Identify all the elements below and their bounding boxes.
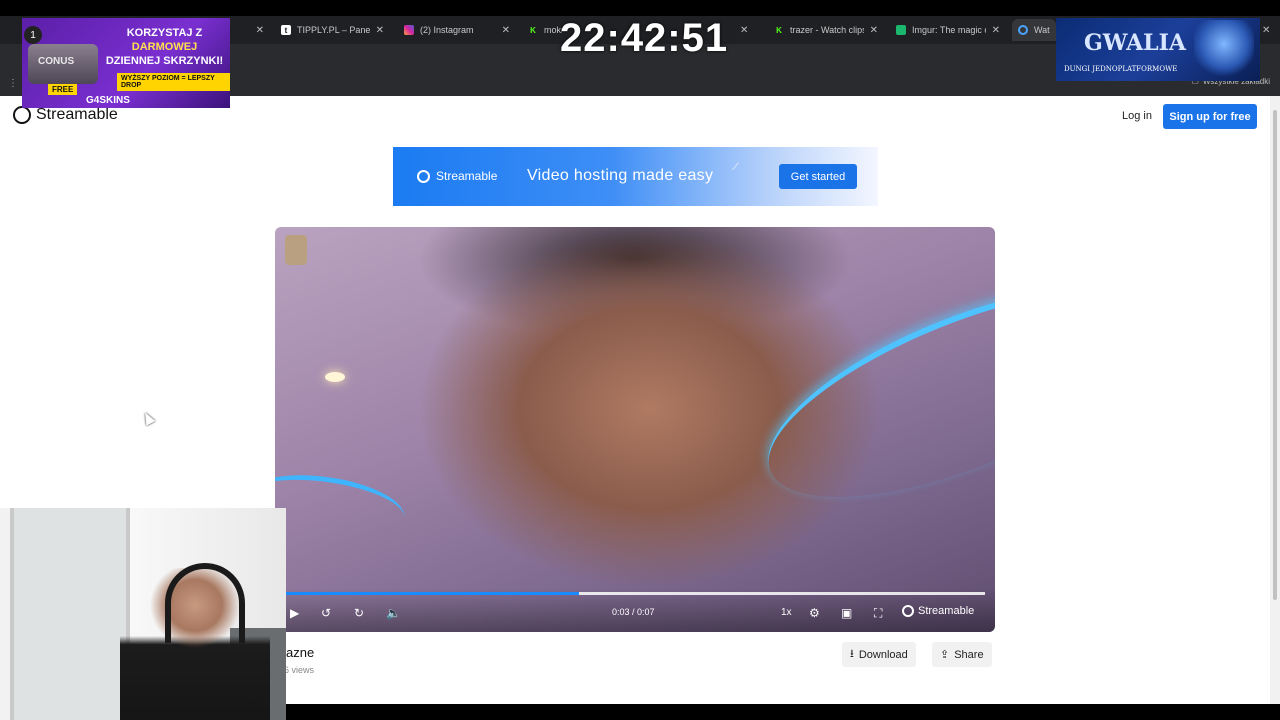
ceiling-lamp: [325, 372, 345, 382]
led-light: [275, 466, 409, 548]
gwalia-overlay: GWALIA DUNGI JEDNOPLATFORMOWE: [1056, 18, 1260, 81]
streamable-icon: [902, 605, 914, 617]
sparkle-icon: ⟋: [732, 162, 739, 173]
tab-title: TIPPLY.PL – Panel uży: [297, 25, 370, 35]
promo-brand: G4SKINS: [86, 95, 130, 106]
play-icon[interactable]: ▶: [290, 606, 299, 620]
streamable-logo[interactable]: Streamable: [13, 106, 118, 124]
rewind-icon[interactable]: ↺: [321, 606, 331, 620]
player-brand[interactable]: Streamable: [902, 605, 974, 617]
imgur-icon: [896, 25, 906, 35]
close-icon[interactable]: ✕: [740, 25, 748, 36]
promo-line2: DZIENNEJ SKRZYNKI!: [105, 55, 224, 67]
promo-overlay: 1 CONUS KORZYSTAJ Z DARMOWEJ DZIENNEJ SK…: [22, 18, 230, 108]
tab-title: Watch: [1034, 25, 1050, 35]
view-count: 6 views: [284, 665, 315, 675]
promo-image-text: CONUS: [38, 56, 75, 67]
settings-icon[interactable]: ⚙: [809, 606, 820, 620]
banner-brand: Streamable: [417, 169, 497, 183]
player-controls: ▶ ↺ ↻ 🔈 0:03 / 0:07 1x ⚙ ▣ ⛶ Streamable: [275, 588, 995, 632]
gwalia-title: GWALIA: [1084, 30, 1186, 56]
webcam-overlay: [0, 508, 286, 720]
background-window: [10, 508, 130, 720]
led-light: [742, 243, 995, 541]
notification-badge: 1: [24, 26, 42, 44]
share-label: Share: [954, 648, 984, 661]
logo-text: Streamable: [36, 106, 118, 123]
browser-tab[interactable]: (2) Instagram ✕: [398, 19, 516, 41]
stream-clock: 22:42:51: [560, 16, 729, 60]
free-tag: FREE: [48, 84, 78, 95]
tab-title: trazer - Watch clips a: [790, 25, 864, 35]
streamable-logo-icon: [13, 106, 31, 124]
signup-button[interactable]: Sign up for free: [1163, 104, 1257, 129]
browser-tab[interactable]: K trazer - Watch clips a ✕: [768, 19, 884, 41]
scrollbar-thumb[interactable]: [1273, 110, 1277, 600]
player-brand-label: Streamable: [918, 605, 975, 617]
headset: [165, 563, 245, 643]
game-character: [1194, 20, 1254, 80]
avatar: [285, 235, 307, 265]
volume-icon[interactable]: 🔈: [386, 606, 401, 620]
ad-banner[interactable]: Streamable Video hosting made easy ⟋ Get…: [393, 147, 878, 206]
banner-brand-label: Streamable: [436, 169, 498, 183]
tab-title: Imgur: The magic of t: [912, 25, 986, 35]
browser-tab[interactable]: t TIPPLY.PL – Panel uży ✕: [275, 19, 390, 41]
login-link[interactable]: Log in: [1122, 110, 1152, 122]
progress-bar[interactable]: [285, 592, 985, 595]
time-display: 0:03 / 0:07: [612, 607, 655, 617]
progress-fill: [285, 592, 579, 595]
instagram-icon: [404, 25, 414, 35]
close-icon[interactable]: ✕: [870, 25, 878, 36]
tipply-icon: t: [281, 25, 291, 35]
page-scrollbar[interactable]: [1270, 96, 1280, 704]
download-label: Download: [858, 648, 908, 661]
browser-tab[interactable]: Imgur: The magic of t ✕: [890, 19, 1006, 41]
download-button[interactable]: ⭳ Download: [842, 642, 916, 667]
kick-icon: K: [530, 25, 536, 35]
browser-tab-active[interactable]: Watch: [1012, 19, 1056, 41]
promo-subline: WYŻSZY POZIOM = LEPSZY DROP: [117, 73, 230, 91]
share-button[interactable]: ⇪ Share: [932, 642, 992, 667]
streamable-icon: [417, 169, 430, 183]
tab-title: (2) Instagram: [420, 25, 474, 35]
get-started-button[interactable]: Get started: [779, 164, 857, 189]
promo-headline: KORZYSTAJ Z DARMOWEJ DZIENNEJ SKRZYNKI!: [102, 26, 227, 68]
kick-icon: K: [776, 25, 782, 35]
browser-tab[interactable]: ✕: [734, 19, 760, 41]
forward-icon[interactable]: ↻: [354, 606, 364, 620]
download-icon: ⭳: [850, 648, 854, 660]
close-icon[interactable]: ✕: [992, 25, 1000, 36]
video-player[interactable]: ▶ ↺ ↻ 🔈 0:03 / 0:07 1x ⚙ ▣ ⛶ Streamable: [275, 227, 995, 632]
screen: pag ✕ t TIPPLY.PL – Panel uży ✕ (2) Inst…: [0, 0, 1280, 720]
close-icon[interactable]: ✕: [376, 25, 384, 36]
share-icon: ⇪: [940, 649, 950, 661]
gwalia-subtitle: DUNGI JEDNOPLATFORMOWE: [1064, 65, 1178, 73]
speed-button[interactable]: 1x: [781, 607, 792, 618]
promo-image: CONUS: [28, 44, 98, 84]
video-title: azne: [286, 645, 315, 660]
promo-line1: KORZYSTAJ Z: [126, 27, 203, 39]
close-icon[interactable]: ✕: [502, 25, 510, 36]
promo-highlight: DARMOWEJ: [131, 41, 198, 53]
fullscreen-icon[interactable]: ⛶: [874, 606, 882, 621]
close-window-icon[interactable]: ✕: [1262, 25, 1270, 36]
banner-tagline: Video hosting made easy: [527, 167, 714, 184]
close-icon[interactable]: ✕: [256, 25, 264, 36]
streamable-icon: [1018, 25, 1028, 35]
pip-icon[interactable]: ▣: [841, 606, 852, 620]
